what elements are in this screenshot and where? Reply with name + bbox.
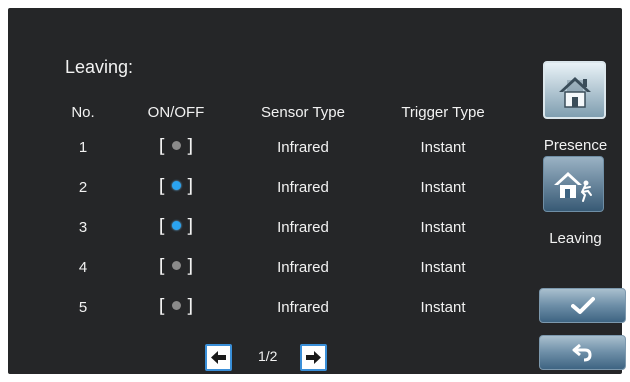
row-number: 5 (78, 299, 88, 316)
toggle-bracket: [ (156, 135, 168, 157)
presence-button[interactable] (543, 61, 606, 119)
sensor-type-cell: Infrared (277, 259, 329, 276)
toggle-off-indicator (171, 300, 181, 310)
page-indicator: 1/2 (258, 348, 278, 364)
trigger-type-cell: Instant (420, 219, 466, 236)
toggle-bracket: [ (156, 215, 168, 237)
toggle-on-indicator (171, 220, 181, 230)
toggle-bracket: ] (184, 135, 196, 157)
trigger-type-cell: Instant (420, 139, 466, 156)
arrow-right-icon (306, 351, 321, 364)
toggle-bracket: [ (156, 255, 168, 277)
column-header-no: No. (71, 104, 95, 121)
sensor-type-cell: Infrared (277, 299, 329, 316)
trigger-type-cell: Instant (420, 259, 466, 276)
sensor-type-cell: Infrared (277, 219, 329, 236)
leaving-button[interactable] (543, 156, 604, 212)
checkmark-icon (571, 297, 595, 314)
alarm-screen: Leaving: No. ON/OFF Sensor Type Trigger … (8, 8, 626, 374)
toggle-bracket: ] (184, 175, 196, 197)
on-off-toggle[interactable]: [] (136, 135, 216, 157)
row-number: 2 (78, 179, 88, 196)
trigger-type-cell: Instant (420, 299, 466, 316)
leaving-label: Leaving (549, 230, 602, 247)
on-off-toggle[interactable]: [] (136, 215, 216, 237)
back-button[interactable] (539, 335, 626, 370)
sensor-type-cell: Infrared (277, 139, 329, 156)
on-off-toggle[interactable]: [] (136, 175, 216, 197)
toggle-bracket: ] (184, 255, 196, 277)
arrow-left-icon (211, 351, 226, 364)
next-page-button[interactable] (300, 344, 327, 371)
on-off-toggle[interactable]: [] (136, 255, 216, 277)
trigger-type-cell: Instant (420, 179, 466, 196)
toggle-off-indicator (171, 140, 181, 150)
toggle-off-indicator (171, 260, 181, 270)
previous-page-button[interactable] (205, 344, 232, 371)
toggle-bracket: ] (184, 215, 196, 237)
leaving-home-icon (554, 172, 592, 202)
toggle-bracket: [ (156, 295, 168, 317)
row-number: 1 (78, 139, 88, 156)
sensor-type-cell: Infrared (277, 179, 329, 196)
section-title: Leaving: (65, 57, 134, 77)
toggle-bracket: ] (184, 295, 196, 317)
home-icon (559, 77, 591, 108)
row-number: 3 (78, 219, 88, 236)
column-header-on-off: ON/OFF (147, 104, 205, 121)
row-number: 4 (78, 259, 88, 276)
on-off-toggle[interactable]: [] (136, 295, 216, 317)
confirm-button[interactable] (539, 288, 626, 323)
toggle-on-indicator (171, 180, 181, 190)
back-arrow-icon (572, 343, 592, 362)
presence-label: Presence (543, 137, 608, 154)
column-header-trigger-type: Trigger Type (401, 104, 485, 121)
toggle-bracket: [ (156, 175, 168, 197)
column-header-sensor-type: Sensor Type (261, 104, 345, 121)
